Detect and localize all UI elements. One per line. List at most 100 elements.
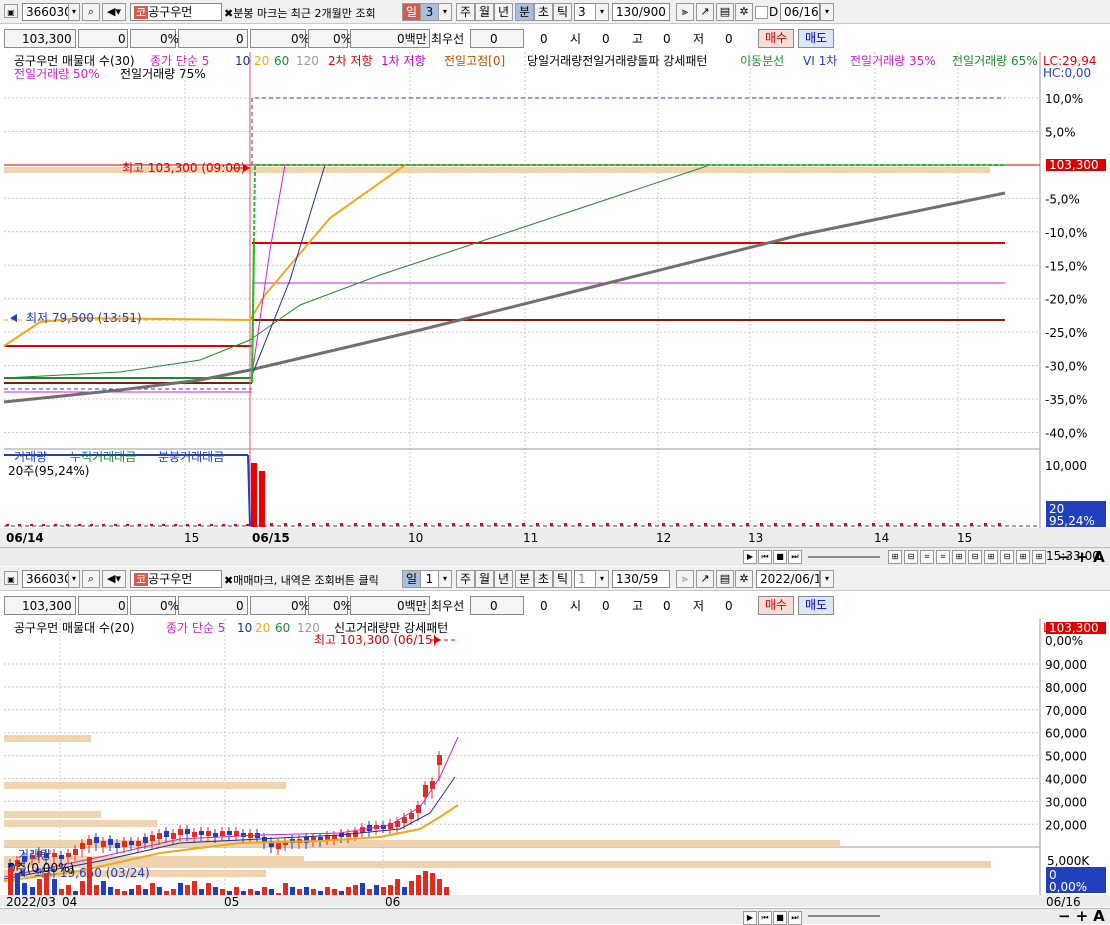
- zoom-controls[interactable]: −+A: [1058, 907, 1110, 925]
- period-week[interactable]: 주: [456, 3, 475, 21]
- count-input[interactable]: 130/59: [612, 570, 670, 588]
- tool8-icon[interactable]: ⊞: [1032, 550, 1046, 564]
- period-minute[interactable]: 분: [515, 570, 534, 588]
- period-second[interactable]: 초: [534, 3, 553, 21]
- end-date-label: 06/16: [1046, 895, 1081, 907]
- scroll-first-icon[interactable]: ⏮: [758, 550, 772, 564]
- chevron-down-icon[interactable]: ▾: [595, 570, 609, 588]
- window-menu-icon[interactable]: ▣: [4, 4, 18, 18]
- tick-input[interactable]: 3: [574, 3, 596, 21]
- y-tick-label: 0,00%: [1045, 634, 1083, 648]
- zoom-controls[interactable]: −+A: [1058, 548, 1110, 566]
- sell-button[interactable]: 매도: [798, 596, 834, 615]
- daily-chart-panel: ▣ 366030 ▾ ⌕ ◀▾ 코 공구우먼 ✖매매마크, 내역은 조회버튼 클릭…: [0, 567, 1110, 925]
- scroll-right-icon[interactable]: ▶: [743, 550, 757, 564]
- gear-icon[interactable]: ✲: [735, 570, 753, 588]
- calendar-dropdown-icon[interactable]: ▾: [820, 570, 834, 588]
- period-tick[interactable]: 틱: [553, 570, 572, 588]
- period-week[interactable]: 주: [456, 570, 475, 588]
- period-year[interactable]: 년: [494, 3, 513, 21]
- search-icon[interactable]: ⌕: [82, 570, 100, 588]
- scroll-right-icon[interactable]: ▶: [743, 911, 757, 925]
- tool6-icon[interactable]: ⊟: [1000, 550, 1014, 564]
- buy-button[interactable]: 매수: [758, 596, 794, 615]
- candle-body: [101, 841, 106, 847]
- y-tick-label: 90,000: [1045, 658, 1087, 672]
- date-input[interactable]: 2022/06/16: [756, 570, 820, 588]
- gear-icon[interactable]: ✲: [735, 3, 753, 21]
- chevron-down-icon[interactable]: ▾: [595, 3, 609, 21]
- vol-bar: [248, 889, 253, 895]
- speaker-icon[interactable]: ◀▾: [102, 3, 126, 21]
- price-tag: 103,300: [1049, 621, 1099, 635]
- trend-icon[interactable]: ↗: [696, 3, 714, 21]
- y-tick-label: 80,000: [1045, 681, 1087, 695]
- zoom-slider[interactable]: [808, 556, 880, 558]
- search-icon[interactable]: ⌕: [82, 3, 100, 21]
- stop-icon[interactable]: ■: [773, 911, 787, 925]
- buy-button[interactable]: 매수: [758, 29, 794, 48]
- vol-pct: 0,00%: [1049, 880, 1087, 894]
- period-multiplier[interactable]: 3: [420, 3, 439, 21]
- stop-icon[interactable]: ■: [773, 550, 787, 564]
- period-year[interactable]: 년: [494, 570, 513, 588]
- period-multiplier[interactable]: 1: [420, 570, 439, 588]
- tick-input[interactable]: 1: [574, 570, 596, 588]
- chevron-down-icon[interactable]: ▾: [438, 570, 452, 588]
- window-menu-icon[interactable]: ▣: [4, 571, 18, 585]
- period-tick[interactable]: 틱: [553, 3, 572, 21]
- tool5-icon[interactable]: ⊞: [984, 550, 998, 564]
- stock-name-field[interactable]: 코 공구우먼: [130, 3, 222, 21]
- tool4-icon[interactable]: ⊟: [968, 550, 982, 564]
- period-day[interactable]: 일: [402, 3, 421, 21]
- scroll-first-icon[interactable]: ⏮: [758, 911, 772, 925]
- vol-bar: [395, 879, 400, 895]
- stock-code-input[interactable]: 366030: [22, 570, 70, 588]
- code-dropdown-icon[interactable]: ▾: [68, 3, 80, 21]
- volume-profile-band: [4, 861, 991, 868]
- zoom-slider[interactable]: [808, 915, 880, 917]
- period-month[interactable]: 월: [475, 3, 494, 21]
- sell-button[interactable]: 매도: [798, 29, 834, 48]
- candle-icon[interactable]: ⫸: [676, 570, 694, 588]
- stock-name-field[interactable]: 코 공구우먼: [130, 570, 222, 588]
- tool-icon[interactable]: ⌗: [920, 550, 934, 564]
- code-dropdown-icon[interactable]: ▾: [68, 570, 80, 588]
- y-tick-label: 20,000: [1045, 818, 1087, 832]
- tool7-icon[interactable]: ⊞: [1016, 550, 1030, 564]
- vol-bar: [108, 887, 113, 895]
- speaker-icon[interactable]: ◀▾: [102, 570, 126, 588]
- save-icon[interactable]: ▤: [716, 3, 734, 21]
- period-month[interactable]: 월: [475, 570, 494, 588]
- chart1-scrollbar[interactable]: 15:33:00 ▶ ⏮ ■ ⏭ ⊞ ⊟ ⌗ ⌗ ⊞ ⊟ ⊞ ⊟ ⊞ ⊞ −+A: [0, 547, 1110, 566]
- period-second[interactable]: 초: [534, 570, 553, 588]
- tool3-icon[interactable]: ⊞: [952, 550, 966, 564]
- scroll-last-icon[interactable]: ⏭: [788, 911, 802, 925]
- y-tick-label: -15,0%: [1045, 259, 1087, 273]
- date-input[interactable]: 06/16: [780, 3, 820, 21]
- chart2-scrollbar[interactable]: ▶ ⏮ ■ ⏭ −+A: [0, 907, 1110, 925]
- daily-price-chart[interactable]: 공구우먼 매물대 수(20) 종가 단순 5 10 20 60 120 신고거래량만 강세패…: [0, 617, 1110, 907]
- candle-body: [437, 755, 442, 765]
- save-icon[interactable]: ▤: [716, 570, 734, 588]
- vol-bar: [185, 885, 190, 895]
- period-minute[interactable]: 분: [515, 3, 534, 21]
- split-icon[interactable]: ⊞: [888, 550, 902, 564]
- chevron-down-icon[interactable]: ▾: [438, 3, 452, 21]
- period-day[interactable]: 일: [402, 570, 421, 588]
- candle-icon[interactable]: ⫸: [676, 3, 694, 21]
- tool2-icon[interactable]: ⌗: [936, 550, 950, 564]
- vol-bar: [423, 871, 428, 895]
- vol-bar: [325, 887, 330, 895]
- scroll-last-icon[interactable]: ⏭: [788, 550, 802, 564]
- vol-bar: [388, 885, 393, 895]
- candle-body: [87, 839, 92, 845]
- calendar-dropdown-icon[interactable]: ▾: [820, 3, 834, 21]
- vol-bar: [6, 524, 9, 526]
- trend-icon[interactable]: ↗: [696, 570, 714, 588]
- date-checkbox[interactable]: [755, 6, 768, 19]
- minute-price-chart[interactable]: 공구우먼 매물대 수(30) 종가 단순 5 10 20 60 120 2차 저항 1차 저항…: [0, 50, 1110, 550]
- stock-code-input[interactable]: 366030: [22, 3, 70, 21]
- grid-icon[interactable]: ⊟: [904, 550, 918, 564]
- count-input[interactable]: 130/900: [612, 3, 670, 21]
